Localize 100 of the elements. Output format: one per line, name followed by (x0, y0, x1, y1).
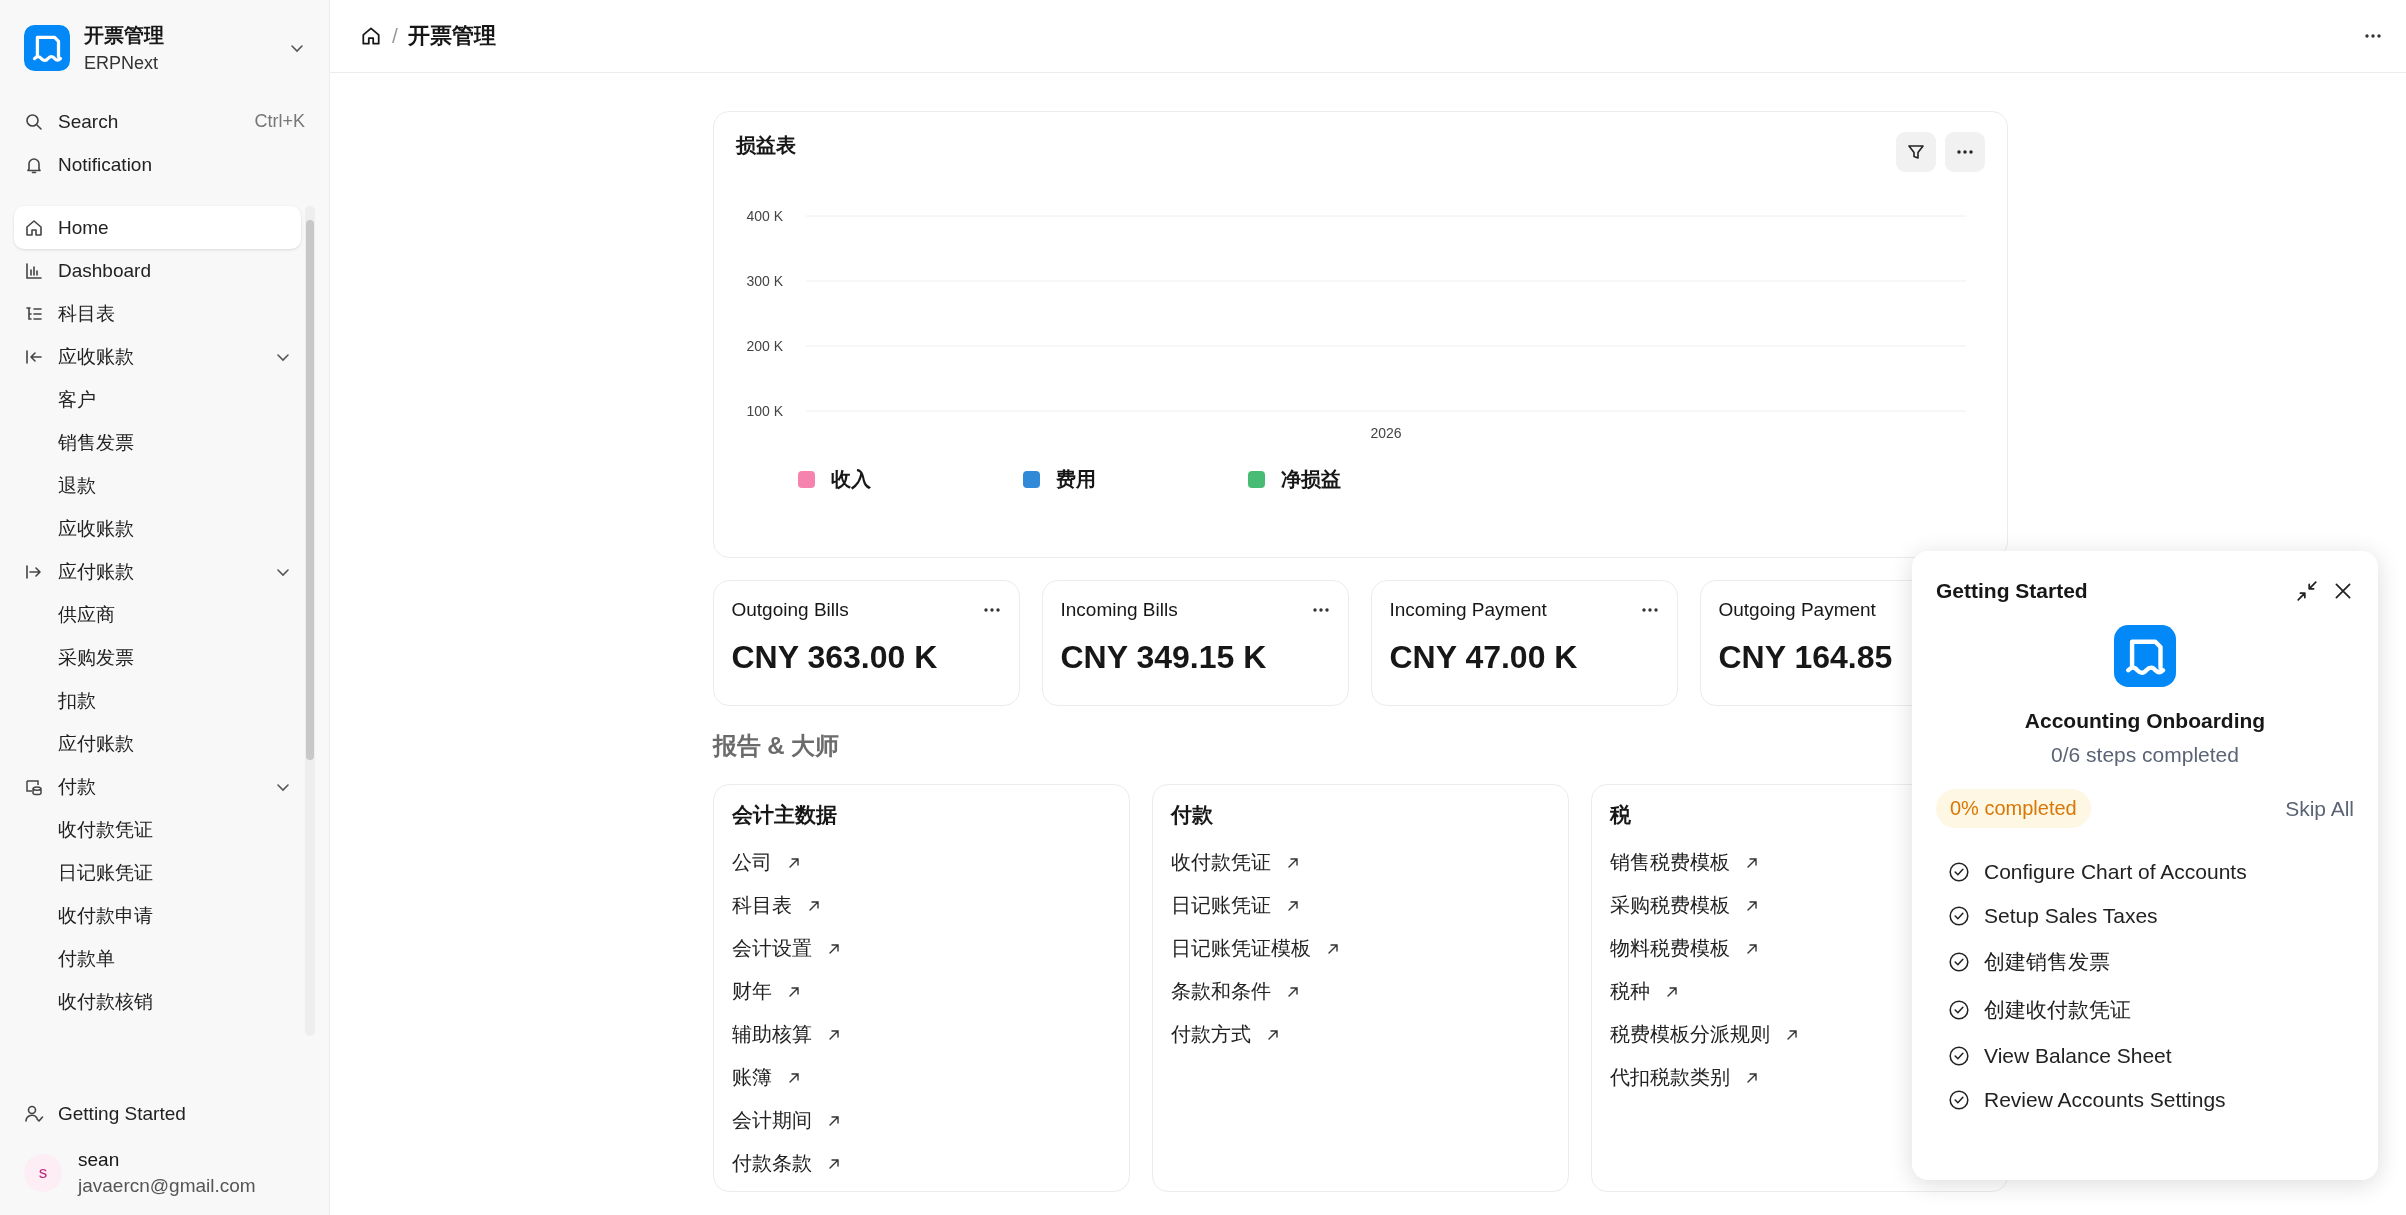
sidebar-item[interactable]: 客户 (14, 378, 301, 421)
onboarding-step[interactable]: Configure Chart of Accounts (1984, 860, 2247, 884)
card-title: 会计主数据 (731, 802, 837, 828)
legend-label: 费用 (1055, 467, 1096, 492)
sidebar-item[interactable]: Search Ctrl+K (14, 100, 315, 143)
sidebar-item[interactable]: Notification (14, 143, 315, 186)
sidebar-item[interactable]: Getting Started (14, 1092, 315, 1135)
card-value: CNY 164.85 (1718, 639, 1894, 676)
external-link-icon (827, 1157, 840, 1170)
more-icon[interactable] (1311, 607, 1330, 613)
report-link[interactable]: 条款和条件 (1170, 978, 1271, 1005)
report-link[interactable]: 辅助核算 (731, 1021, 812, 1048)
onboarding-step[interactable]: View Balance Sheet (1984, 1044, 2172, 1068)
sidebar-item[interactable]: 应付账款 (14, 550, 301, 593)
external-link-icon (1745, 856, 1758, 869)
sidebar-item[interactable]: 付款单 (14, 937, 301, 980)
sidebar-item[interactable]: 科目表 (14, 292, 301, 335)
sidebar-item[interactable]: 采购发票 (14, 636, 301, 679)
onboarding-step[interactable]: Review Accounts Settings (1984, 1088, 2226, 1112)
workspace-title: 开票管理 (84, 23, 165, 48)
report-link[interactable]: 日记账凭证模板 (1170, 935, 1311, 962)
sidebar-item[interactable]: Dashboard (14, 249, 301, 292)
skip-all-link[interactable]: Skip All (2285, 796, 2354, 821)
report-link[interactable]: 财年 (731, 978, 772, 1005)
external-link-icon (827, 942, 840, 955)
check-circle-icon (1948, 1045, 1970, 1067)
report-link[interactable]: 日记账凭证 (1170, 892, 1271, 919)
external-link-icon (827, 1114, 840, 1127)
sidebar-item[interactable]: 供应商 (14, 593, 301, 636)
sidebar-item[interactable]: 应付账款 (14, 722, 301, 765)
report-link[interactable]: 物料税费模板 (1609, 935, 1730, 962)
more-icon (1955, 149, 1974, 155)
external-link-icon (1745, 942, 1758, 955)
report-link[interactable]: 收付款凭证 (1170, 849, 1271, 876)
card-label: Outgoing Bills (731, 599, 849, 621)
report-link[interactable]: 账簿 (731, 1064, 772, 1091)
check-circle-icon (1948, 1089, 1970, 1111)
external-link-icon (1745, 1071, 1758, 1084)
minimize-icon[interactable] (2296, 580, 2318, 602)
progress-badge: 0% completed (1936, 789, 2091, 828)
card-label: Incoming Bills (1060, 599, 1178, 621)
sidebar-item[interactable]: 扣款 (14, 679, 301, 722)
report-link[interactable]: 税费模板分派规则 (1609, 1021, 1770, 1048)
card-title: 付款 (1170, 802, 1213, 828)
check-circle-icon (1948, 905, 1970, 927)
home-icon (24, 217, 44, 238)
more-icon[interactable] (1640, 607, 1659, 613)
workspace-subtitle: ERPNext (84, 53, 160, 74)
bar-chart-icon (24, 260, 44, 281)
user-avatar[interactable]: s (24, 1154, 62, 1192)
shortcut-hint: Ctrl+K (254, 111, 305, 132)
sidebar-item[interactable]: 退款 (14, 464, 301, 507)
card-label: Incoming Payment (1389, 599, 1547, 621)
axis-label: 300 K (745, 273, 783, 289)
sidebar-item[interactable]: 应收账款 (14, 507, 301, 550)
sidebar-item[interactable]: 收付款核销 (14, 980, 301, 1023)
filter-icon (1905, 142, 1926, 162)
report-link[interactable]: 会计设置 (731, 935, 812, 962)
report-link[interactable]: 税种 (1609, 978, 1650, 1005)
sidebar-item[interactable]: Home (14, 206, 301, 249)
sidebar-item[interactable]: 应收账款 (14, 335, 301, 378)
card-value: CNY 363.00 K (731, 639, 939, 676)
section-title: 报告 & 大师 (712, 731, 841, 761)
filter-button[interactable] (1895, 132, 1936, 172)
more-icon[interactable] (982, 607, 1001, 613)
progress-text: 0/6 steps completed (2050, 743, 2240, 767)
legend-label: 收入 (830, 467, 871, 492)
sidebar-item[interactable]: 日记账凭证 (14, 851, 301, 894)
more-icon[interactable] (2364, 33, 2382, 39)
sidebar-item[interactable]: 销售发票 (14, 421, 301, 464)
report-link[interactable]: 销售税费模板 (1609, 849, 1730, 876)
axis-label: 400 K (745, 208, 783, 224)
more-button[interactable] (1944, 132, 1985, 172)
report-link[interactable]: 付款方式 (1170, 1021, 1251, 1048)
report-link[interactable]: 公司 (731, 849, 772, 876)
onboarding-step[interactable]: 创建收付款凭证 (1984, 996, 2131, 1024)
onboarding-step[interactable]: 创建销售发票 (1984, 948, 2110, 976)
external-link-icon (1665, 985, 1678, 998)
check-circle-icon (1948, 999, 1970, 1021)
scrollbar[interactable] (305, 206, 315, 1036)
logo-icon (2114, 625, 2176, 687)
report-link[interactable]: 会计期间 (731, 1107, 812, 1134)
sidebar-item[interactable]: 付款 (14, 765, 301, 808)
sidebar-item[interactable]: 收付款凭证 (14, 808, 301, 851)
external-link-icon (827, 1028, 840, 1041)
sidebar-item[interactable]: 收付款申请 (14, 894, 301, 937)
onboarding-step[interactable]: Setup Sales Taxes (1984, 904, 2158, 928)
breadcrumb-separator: / (392, 24, 398, 48)
search-icon (24, 111, 44, 132)
report-link[interactable]: 付款条款 (731, 1150, 812, 1177)
report-link[interactable]: 科目表 (731, 892, 792, 919)
external-link-icon (1745, 899, 1758, 912)
external-link-icon (787, 1071, 800, 1084)
home-icon[interactable] (360, 25, 382, 47)
report-link[interactable]: 代扣税款类别 (1609, 1064, 1730, 1091)
legend-label: 净损益 (1280, 467, 1341, 492)
report-link[interactable]: 采购税费模板 (1609, 892, 1730, 919)
card-label: Outgoing Payment (1718, 599, 1876, 621)
logo-icon (24, 25, 70, 71)
axis-label: 100 K (745, 403, 783, 419)
